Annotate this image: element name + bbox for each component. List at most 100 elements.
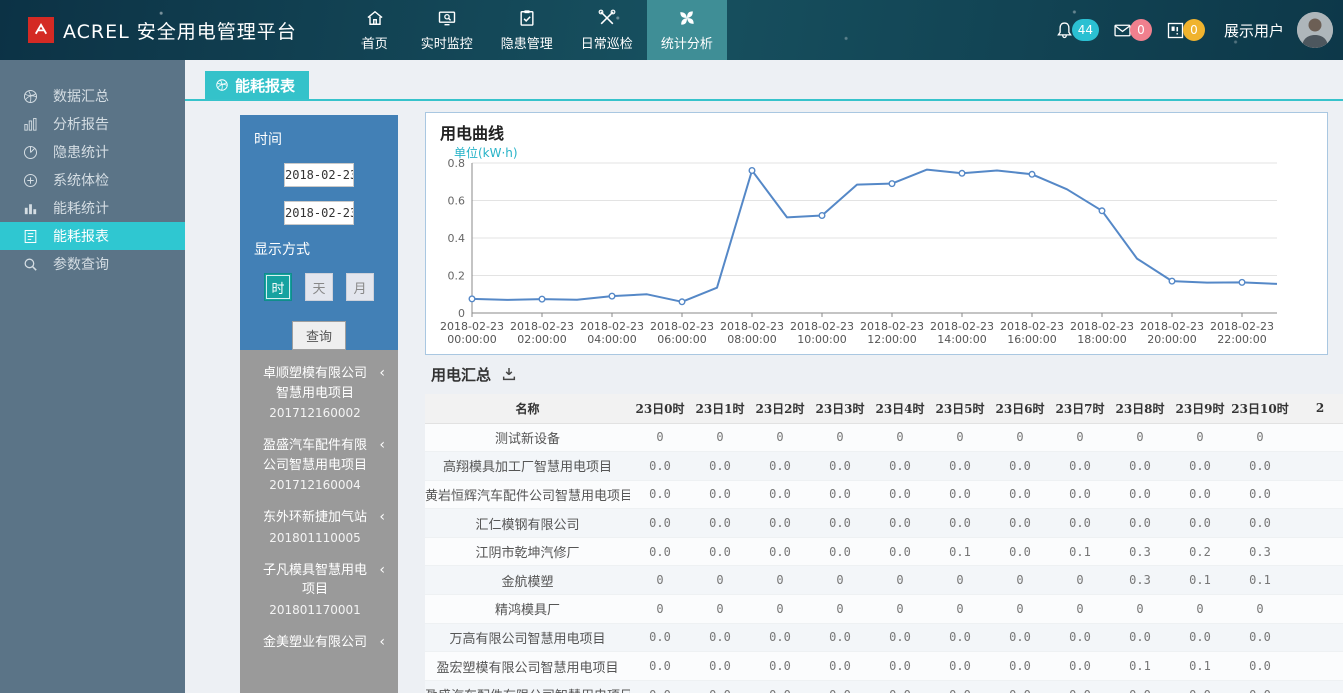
clipped-cell (1290, 452, 1343, 481)
project-list-item[interactable]: 卓顺塑模有限公司智慧用电项目201712160002‹ (240, 354, 398, 426)
sidebar-item-system-check[interactable]: 系统体检 (0, 166, 185, 194)
nav-item-hazard[interactable]: 隐患管理 (487, 0, 567, 60)
value-cell: 0.0 (1230, 509, 1290, 538)
mode-month-button[interactable]: 月 (346, 273, 374, 301)
clipped-cell (1290, 595, 1343, 624)
value-cell: 0.0 (1110, 509, 1170, 538)
value-cell: 0 (750, 423, 810, 452)
search-icon (22, 256, 39, 273)
column-header: 23日6时 (990, 394, 1050, 423)
nav-item-home[interactable]: 首页 (343, 0, 407, 60)
nav-item-inspection[interactable]: 日常巡检 (567, 0, 647, 60)
svg-text:2018-02-23: 2018-02-23 (1140, 320, 1204, 333)
date-end-input[interactable] (284, 201, 354, 225)
sidebar-item-energy-report[interactable]: 能耗报表 (0, 222, 185, 250)
project-list-item[interactable]: 子凡模具智慧用电项目201801170001‹ (240, 551, 398, 623)
svg-text:2018-02-23: 2018-02-23 (510, 320, 574, 333)
svg-text:2018-02-23: 2018-02-23 (1210, 320, 1274, 333)
download-icon[interactable] (501, 366, 517, 382)
value-cell: 0 (630, 595, 690, 624)
value-cell: 0.2 (1170, 537, 1230, 566)
alarm-count-badge: 44 (1072, 19, 1099, 41)
table-row: 黄岩恒辉汽车配件公司智慧用电项目0.00.00.00.00.00.00.00.0… (425, 480, 1343, 509)
clipped-cell (1290, 537, 1343, 566)
avatar[interactable] (1297, 12, 1333, 48)
table-row: 测试新设备00000000000 (425, 423, 1343, 452)
mode-hour-button[interactable]: 时 (264, 273, 292, 301)
username[interactable]: 展示用户 (1224, 20, 1284, 41)
alarm-button[interactable]: 44 (1054, 19, 1099, 41)
chevron-left-icon[interactable]: ‹ (379, 366, 385, 380)
sidebar-item-param-query[interactable]: 参数查询 (0, 250, 185, 278)
svg-text:2018-02-23: 2018-02-23 (860, 320, 924, 333)
value-cell: 0.0 (810, 452, 870, 481)
svg-text:00:00:00: 00:00:00 (447, 333, 496, 346)
value-cell: 0.0 (630, 652, 690, 681)
value-cell: 0.0 (690, 452, 750, 481)
sidebar-item-data-summary[interactable]: 数据汇总 (0, 82, 185, 110)
value-cell: 0.1 (1170, 566, 1230, 595)
data-summary-icon (22, 88, 39, 105)
svg-text:2018-02-23: 2018-02-23 (440, 320, 504, 333)
column-header: 23日10时 (1230, 394, 1290, 423)
value-cell: 0.0 (1110, 680, 1170, 693)
chevron-left-icon[interactable]: ‹ (379, 635, 385, 649)
value-cell: 0.0 (750, 480, 810, 509)
query-button[interactable]: 查询 (292, 321, 346, 350)
sidebar-item-hazard-stats[interactable]: 隐患统计 (0, 138, 185, 166)
value-cell: 0.0 (930, 652, 990, 681)
chevron-left-icon[interactable]: ‹ (379, 438, 385, 452)
value-cell: 0.0 (990, 537, 1050, 566)
column-header: 23日1时 (690, 394, 750, 423)
value-cell: 0.0 (990, 480, 1050, 509)
sidebar-item-energy-stats[interactable]: 能耗统计 (0, 194, 185, 222)
value-cell: 0.0 (990, 652, 1050, 681)
svg-text:0.2: 0.2 (448, 270, 466, 283)
svg-text:2018-02-23: 2018-02-23 (1070, 320, 1134, 333)
project-name: 东外环新捷加气站 (262, 508, 368, 528)
device-button[interactable]: 0 (1165, 19, 1205, 41)
bar-chart-icon (22, 200, 39, 217)
project-list-item[interactable]: 金美塑业有限公司‹ (240, 623, 398, 657)
value-cell: 0 (1050, 595, 1110, 624)
value-cell: 0.0 (930, 480, 990, 509)
value-cell: 0 (690, 423, 750, 452)
clipped-cell (1290, 566, 1343, 595)
chart-title: 用电曲线 (440, 120, 504, 144)
nav-item-monitoring[interactable]: 实时监控 (407, 0, 487, 60)
message-button[interactable]: 0 (1112, 19, 1152, 41)
nav-item-statistics[interactable]: 统计分析 (647, 0, 727, 60)
date-start-input[interactable] (284, 163, 354, 187)
value-cell: 0 (810, 566, 870, 595)
mode-day-button[interactable]: 天 (305, 273, 333, 301)
svg-text:2018-02-23: 2018-02-23 (790, 320, 854, 333)
value-cell: 0.0 (930, 452, 990, 481)
value-cell: 0.0 (630, 623, 690, 652)
value-cell: 0 (630, 423, 690, 452)
value-cell: 0.0 (1230, 652, 1290, 681)
analysis-report-icon (22, 116, 39, 133)
tab-energy-report[interactable]: 能耗报表 (205, 71, 309, 99)
value-cell: 0 (1050, 423, 1110, 452)
value-cell: 0.0 (870, 537, 930, 566)
usage-curve-panel: 用电曲线 单位(kW·h) 00.20.40.60.82018-02-2300:… (425, 112, 1328, 355)
svg-text:22:00:00: 22:00:00 (1217, 333, 1266, 346)
table-row: 江阴市乾坤汽修厂0.00.00.00.00.00.10.00.10.30.20.… (425, 537, 1343, 566)
value-cell: 0.0 (1050, 480, 1110, 509)
chevron-left-icon[interactable]: ‹ (379, 510, 385, 524)
table-row: 精鸿模具厂00000000000 (425, 595, 1343, 624)
chevron-left-icon[interactable]: ‹ (379, 563, 385, 577)
value-cell: 0.1 (1110, 652, 1170, 681)
value-cell: 0.0 (1050, 509, 1110, 538)
sidebar-item-analysis-report[interactable]: 分析报告 (0, 110, 185, 138)
row-name-cell: 金航模塑 (425, 566, 630, 595)
project-list-item[interactable]: 东外环新捷加气站201801110005‹ (240, 498, 398, 551)
value-cell: 0.0 (750, 509, 810, 538)
project-list-item[interactable]: 盈盛汽车配件有限公司智慧用电项目201712160004‹ (240, 426, 398, 498)
table-row: 盈宏塑模有限公司智慧用电项目0.00.00.00.00.00.00.00.00.… (425, 652, 1343, 681)
value-cell: 0.0 (1110, 452, 1170, 481)
svg-text:2018-02-23: 2018-02-23 (1000, 320, 1064, 333)
pinwheel-stats-icon (677, 8, 697, 28)
value-cell: 0.0 (690, 652, 750, 681)
acrel-logo-icon (28, 17, 54, 43)
